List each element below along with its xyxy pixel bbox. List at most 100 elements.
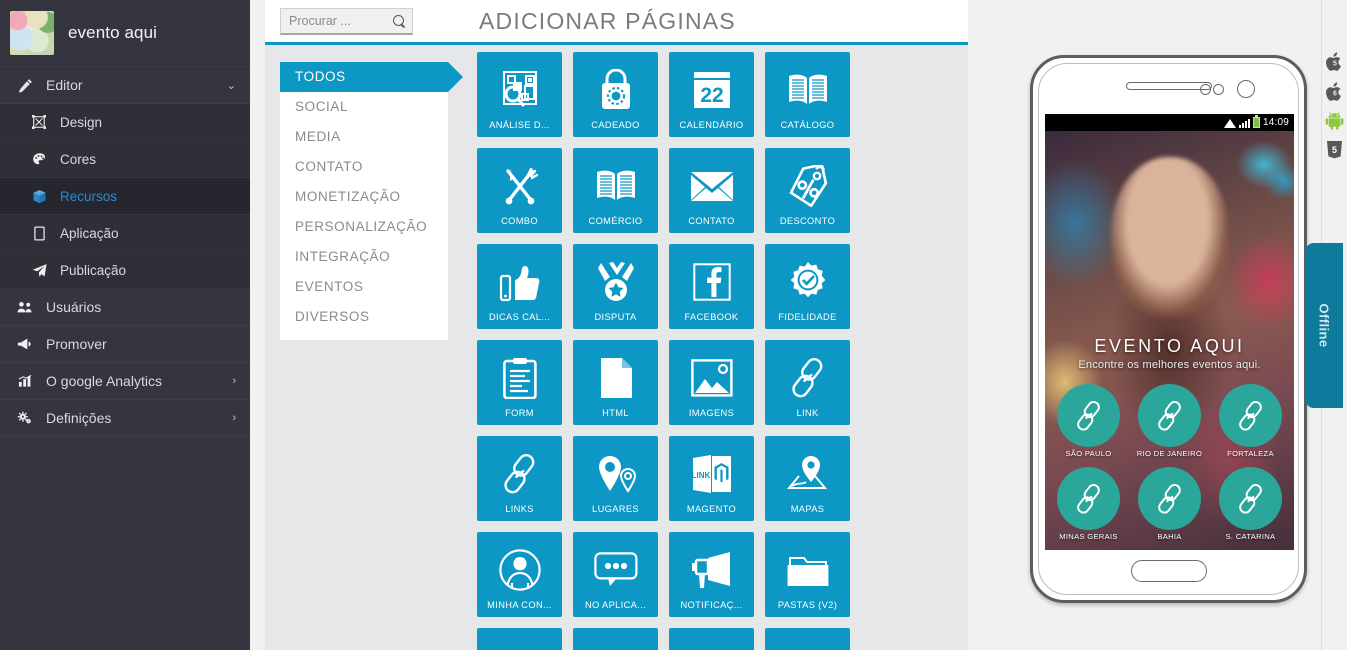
tile-lugares[interactable]: LUGARES [573, 436, 658, 521]
tile-label: PASTAS (V2) [777, 600, 838, 610]
tile-pastas-v2[interactable]: PASTAS (V2) [765, 532, 850, 617]
android-icon[interactable] [1325, 112, 1344, 130]
tile-form[interactable]: FORM [477, 340, 562, 425]
offline-label: Offline [1316, 303, 1332, 348]
tile-label: FACEBOOK [684, 312, 739, 322]
tile-links[interactable]: LINKS [477, 436, 562, 521]
tile-an-lise-d[interactable]: ANÁLISE D... [477, 52, 562, 137]
tile-contato[interactable]: CONTATO [669, 148, 754, 233]
fork-knife-icon [477, 156, 562, 216]
android-status-bar: 14:09 [1045, 114, 1294, 131]
phone-sensor-icon [1200, 84, 1211, 95]
sidebar-item-label: Usuários [46, 299, 102, 315]
tile-label: NOTIFICAÇ... [680, 600, 743, 610]
svg-text:6: 6 [1333, 91, 1337, 98]
city-bahia[interactable]: BAHIA [1134, 467, 1205, 541]
sidebar-item-label: O google Analytics [46, 373, 162, 389]
tile-link[interactable]: LINK [765, 340, 850, 425]
tile-fidelidade[interactable]: FIDELIDADE [765, 244, 850, 329]
tile-cat-logo[interactable]: CATÁLOGO [765, 52, 850, 137]
city-label: BAHIA [1157, 532, 1182, 541]
status-time: 14:09 [1262, 117, 1289, 128]
sidebar-item-cores[interactable]: Cores [0, 141, 250, 178]
tile-label: CATÁLOGO [780, 120, 835, 130]
tile-desconto[interactable]: DESCONTO [765, 148, 850, 233]
brand-header[interactable]: evento aqui [0, 0, 250, 67]
padlock-icon [573, 60, 658, 120]
phone-speaker [1125, 82, 1212, 90]
offline-tab[interactable]: Offline [1305, 243, 1343, 408]
tile-html[interactable]: HTML [573, 340, 658, 425]
sidebar-item-aplica-o[interactable]: Aplicação [0, 215, 250, 252]
search-box[interactable] [280, 7, 413, 35]
sidebar-item-design[interactable]: Design [0, 104, 250, 141]
tile-label: CALENDÁRIO [679, 120, 744, 130]
sidebar-item-promover[interactable]: Promover [0, 326, 250, 363]
app-root: evento aqui Editor ⌄ Design Cores Recursos Ap… [0, 0, 1347, 650]
tile-partial-26[interactable] [669, 628, 754, 650]
tile-com-rcio[interactable]: COMÉRCIO [573, 148, 658, 233]
tile-combo[interactable]: COMBO [477, 148, 562, 233]
tile-notifica[interactable]: NOTIFICAÇ... [669, 532, 754, 617]
category-diversos[interactable]: DIVERSOS [280, 302, 448, 332]
city-fortaleza[interactable]: FORTALEZA [1215, 384, 1286, 458]
search-input[interactable] [289, 13, 392, 28]
tile-magento[interactable]: LINK MAGENTO [669, 436, 754, 521]
svg-text:5: 5 [1332, 145, 1337, 155]
tile-imagens[interactable]: IMAGENS [669, 340, 754, 425]
tile-calend-rio[interactable]: 22 CALENDÁRIO [669, 52, 754, 137]
apple-5-icon[interactable]: 5 [1325, 52, 1344, 72]
partial-tile [477, 636, 562, 650]
chain-link-icon [1057, 467, 1120, 530]
category-integra-o[interactable]: INTEGRAÇÃO [280, 242, 448, 272]
sidebar-nav: Editor ⌄ Design Cores Recursos Aplicação Publi… [0, 67, 250, 437]
tile-label: DISPUTA [594, 312, 637, 322]
app-background-photo: EVENTO AQUI Encontre os melhores eventos… [1045, 131, 1294, 550]
tile-partial-25[interactable] [573, 628, 658, 650]
app-name: evento aqui [68, 23, 158, 42]
html5-icon[interactable]: 5 [1326, 140, 1343, 159]
city-minas-gerais[interactable]: MINAS GERAIS [1053, 467, 1124, 541]
sidebar-item-defini-es[interactable]: Definições › [0, 400, 250, 437]
city-s-catarina[interactable]: S. CATARINA [1215, 467, 1286, 541]
tile-partial-24[interactable] [477, 628, 562, 650]
left-sidebar: evento aqui Editor ⌄ Design Cores Recursos Ap… [0, 0, 250, 650]
svg-text:22: 22 [700, 84, 723, 107]
main-panel: ADICIONAR PÁGINAS TODOSSOCIALMEDIACONTAT… [265, 0, 968, 650]
category-personaliza-o[interactable]: PERSONALIZAÇÃO [280, 212, 448, 242]
tile-no-aplica[interactable]: NO APLICA... [573, 532, 658, 617]
sidebar-item-publica-o[interactable]: Publicação [0, 252, 250, 289]
tile-label: NO APLICA... [584, 600, 647, 610]
category-eventos[interactable]: EVENTOS [280, 272, 448, 302]
city-rio-de-janeiro[interactable]: RIO DE JANEIRO [1134, 384, 1205, 458]
tile-facebook[interactable]: FACEBOOK [669, 244, 754, 329]
category-todos[interactable]: TODOS [280, 62, 463, 92]
sidebar-item-usu-rios[interactable]: Usuários [0, 289, 250, 326]
sidebar-item-label: Promover [46, 336, 107, 352]
sidebar-item-recursos[interactable]: Recursos [0, 178, 250, 215]
phone-home-button[interactable] [1130, 560, 1207, 582]
category-monetiza-o[interactable]: MONETIZAÇÃO [280, 182, 448, 212]
chain-link-icon [477, 444, 562, 504]
category-contato[interactable]: CONTATO [280, 152, 448, 182]
sidebar-item-editor[interactable]: Editor ⌄ [0, 67, 250, 104]
tile-minha-con[interactable]: MINHA CON... [477, 532, 562, 617]
category-media[interactable]: MEDIA [280, 122, 448, 152]
chain-link-icon [765, 348, 850, 408]
tile-label: CONTATO [688, 216, 735, 226]
tile-label: ANÁLISE D... [489, 120, 550, 130]
bullhorn-icon [669, 540, 754, 600]
tile-dicas-cal[interactable]: DICAS CAL... [477, 244, 562, 329]
tile-partial-27[interactable] [765, 628, 850, 650]
sidebar-item-o-google-analytics[interactable]: O google Analytics › [0, 363, 250, 400]
calendar-icon: 22 [669, 60, 754, 120]
city-s-o-paulo[interactable]: SÃO PAULO [1053, 384, 1124, 458]
partial-tile [669, 636, 754, 650]
apple-6-icon[interactable]: 6 [1325, 82, 1344, 102]
tile-cadeado[interactable]: CADEADO [573, 52, 658, 137]
open-book-icon [573, 156, 658, 216]
tile-disputa[interactable]: DISPUTA [573, 244, 658, 329]
search-icon[interactable] [392, 14, 406, 28]
tile-mapas[interactable]: MAPAS [765, 436, 850, 521]
category-social[interactable]: SOCIAL [280, 92, 448, 122]
